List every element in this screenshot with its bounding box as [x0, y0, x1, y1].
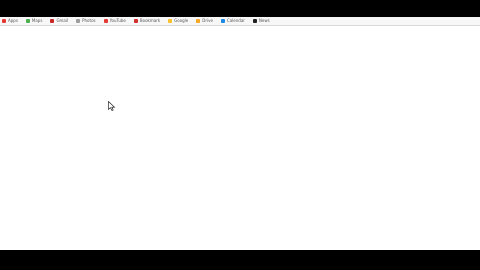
bookmark-label: Gmail: [56, 18, 69, 23]
mouse-cursor-icon: [108, 101, 116, 111]
folder-icon: [76, 19, 81, 23]
bookmark-label: Drive: [202, 18, 213, 23]
bookmark-item[interactable]: News: [251, 18, 270, 24]
letterbox-bottom: [0, 250, 480, 270]
bookmark-item[interactable]: Gmail: [48, 18, 68, 24]
bookmark-item[interactable]: Google: [166, 18, 188, 24]
bookmark-label: Google: [174, 18, 189, 23]
bookmark-item[interactable]: Bookmark: [132, 18, 160, 24]
bookmark-item[interactable]: Calendar: [219, 18, 245, 24]
page-content[interactable]: [0, 26, 480, 250]
apps-grid-icon: [2, 19, 6, 23]
bookmark-label: Maps: [31, 18, 43, 23]
bookmark-item[interactable]: YouTube: [102, 18, 126, 24]
calendar-icon: [220, 19, 225, 23]
bookmark-item[interactable]: Apps: [0, 18, 18, 24]
news-icon: [252, 19, 257, 23]
bookmark-item[interactable]: Drive: [194, 18, 213, 24]
bookmark-label: News: [258, 18, 270, 23]
bookmark-label: Calendar: [226, 18, 245, 23]
drive-icon: [196, 19, 201, 23]
mail-icon: [50, 19, 55, 23]
maps-icon: [25, 19, 30, 23]
youtube-icon: [103, 19, 108, 23]
bookmarks-bar: Apps Maps Gmail Photos YouTube Bookmark Google…: [0, 17, 480, 26]
google-icon: [168, 19, 173, 23]
bookmark-icon: [133, 19, 138, 23]
bookmark-item[interactable]: Photos: [74, 18, 96, 24]
bookmark-label: YouTube: [109, 18, 126, 23]
bookmark-label: Apps: [8, 18, 18, 23]
letterbox-top: [0, 0, 480, 17]
bookmark-label: Bookmark: [139, 18, 161, 23]
bookmark-label: Photos: [82, 18, 96, 23]
bookmark-item[interactable]: Maps: [24, 18, 43, 24]
